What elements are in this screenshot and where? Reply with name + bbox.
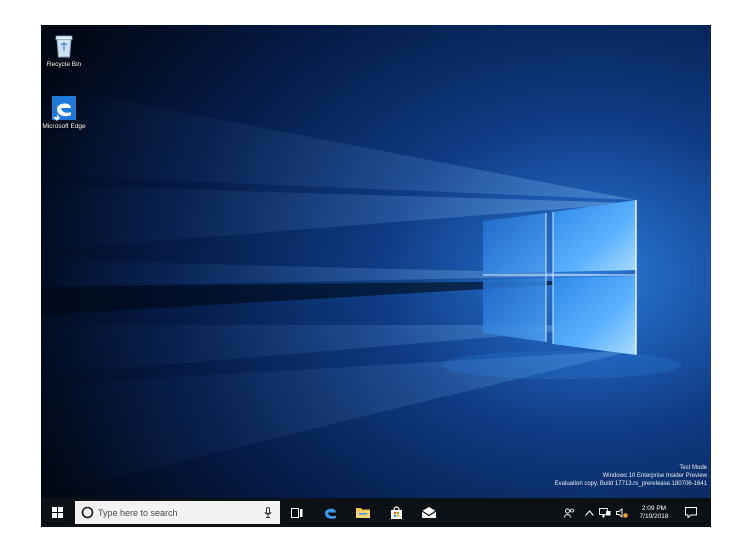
mail-icon — [422, 507, 436, 518]
taskbar-mail-button[interactable] — [416, 498, 442, 527]
desktop-wallpaper — [41, 25, 711, 527]
watermark-line-2: Windows 10 Enterprise Insider Preview — [602, 473, 707, 479]
start-button[interactable] — [41, 498, 73, 527]
task-view-icon — [291, 507, 303, 518]
microphone-icon[interactable] — [264, 507, 272, 518]
network-button[interactable] — [597, 498, 613, 527]
watermark-line-3: Evaluation copy. Build 17713.rs_prerelea… — [554, 481, 707, 487]
file-explorer-icon — [356, 508, 370, 518]
volume-button[interactable] — [614, 498, 630, 527]
people-icon — [563, 508, 574, 518]
taskbar-store-button[interactable] — [383, 498, 409, 527]
taskbar: 2:09 PM 7/10/2018 — [41, 498, 711, 527]
search-input[interactable] — [98, 507, 248, 518]
taskbar-edge-button[interactable] — [317, 498, 343, 527]
watermark-line-1: Test Mode — [679, 465, 707, 471]
people-button[interactable] — [560, 498, 578, 527]
cortana-circle-icon — [81, 506, 94, 519]
recycle-bin-icon — [55, 35, 73, 58]
taskbar-file-explorer-button[interactable] — [350, 498, 376, 527]
windows-start-icon — [51, 507, 63, 518]
edge-icon — [52, 96, 76, 121]
recycle-bin-label: Recycle Bin — [46, 61, 82, 68]
chevron-up-icon — [584, 509, 594, 516]
task-view-button[interactable] — [284, 498, 310, 527]
microsoft-edge-shortcut[interactable]: Microsoft Edge — [41, 95, 87, 131]
microsoft-edge-label: Microsoft Edge — [42, 123, 86, 130]
test-mode-watermark: Test Mode Windows 10 Enterprise Insider … — [407, 464, 707, 488]
show-hidden-icons-button[interactable] — [582, 498, 596, 527]
clock-time: 2:09 PM — [641, 504, 667, 512]
volume-icon — [616, 507, 628, 518]
clock-button[interactable]: 2:09 PM 7/10/2018 — [632, 498, 676, 527]
edge-icon — [324, 508, 336, 519]
taskbar-search-box[interactable] — [75, 501, 280, 524]
recycle-bin-shortcut[interactable]: Recycle Bin — [41, 33, 87, 69]
network-icon — [599, 507, 611, 517]
desktop-screen: Recycle Bin Microsoft Edge Test Mode Win… — [41, 25, 711, 527]
action-center-icon — [685, 507, 697, 518]
action-center-button[interactable] — [679, 498, 703, 527]
clock-date: 7/10/2018 — [639, 512, 669, 520]
store-icon — [390, 506, 402, 519]
